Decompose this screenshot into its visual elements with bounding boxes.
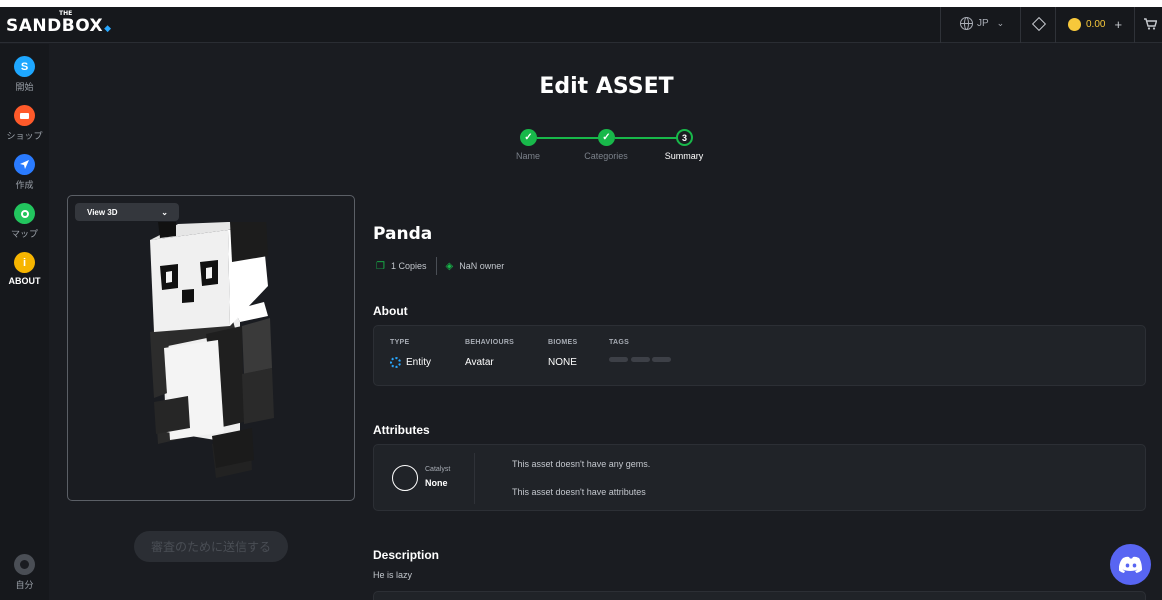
step-check-icon[interactable]: ✓ [520, 129, 537, 146]
attributes-divider [474, 453, 475, 504]
description-text: He is lazy [373, 570, 413, 580]
tag-placeholder [609, 357, 628, 362]
tag-placeholder [652, 357, 671, 362]
page-title: Edit ASSET [539, 74, 674, 99]
sidebar-item-map[interactable]: マップ [0, 203, 49, 240]
details-panel [373, 591, 1146, 600]
panda-model-image [150, 222, 274, 478]
avatar-icon [14, 554, 35, 575]
sandbox-logo[interactable]: THE SANDBOX◆ [6, 10, 112, 36]
behaviours-value: Avatar [465, 357, 494, 368]
diamond-icon[interactable] [1031, 16, 1047, 32]
info-icon: i [14, 252, 35, 273]
topbar-divider [940, 7, 941, 43]
tags-header: TAGS [609, 339, 630, 346]
top-strip [0, 0, 1162, 7]
attributes-panel: Catalyst None This asset doesn't have an… [373, 444, 1146, 511]
tag-icon: ◈ [445, 260, 454, 272]
sidebar-item-label: ショップ [6, 131, 43, 141]
topbar-divider [1134, 7, 1135, 43]
asset-3d-viewer[interactable]: View 3D ⌄ [67, 195, 355, 501]
step-label-categories: Categories [584, 151, 628, 161]
cart-icon[interactable] [1144, 18, 1158, 33]
sidebar-item-create[interactable]: 作成 [0, 154, 49, 191]
biomes-value: NONE [548, 357, 577, 368]
chevron-down-icon: ⌄ [161, 207, 168, 217]
shop-icon [14, 105, 35, 126]
language-code: JP [977, 18, 989, 29]
catalyst-icon [392, 465, 418, 491]
sidebar: S 開始 ショップ 作成 マップ i ABOUT 自分 [0, 44, 49, 600]
tag-placeholder [631, 357, 650, 362]
balance-value: 0.00 [1086, 19, 1106, 30]
owner-count: NaN owner [459, 261, 505, 271]
logo-dot-icon: ◆ [104, 24, 112, 34]
plus-icon[interactable]: + [1114, 17, 1122, 32]
globe-icon [960, 17, 973, 30]
top-bar: THE SANDBOX◆ JP ⌄ 0.00 + [0, 7, 1162, 43]
logo-the: THE [59, 10, 73, 17]
type-header: TYPE [390, 339, 410, 346]
behaviours-header: BEHAVIOURS [465, 339, 515, 346]
language-selector[interactable]: JP ⌄ [960, 17, 1004, 30]
about-panel: TYPE Entity BEHAVIOURS Avatar BIOMES NON… [373, 325, 1146, 386]
discord-icon [1118, 556, 1142, 573]
catalyst-value: None [425, 478, 448, 488]
attributes-heading: Attributes [373, 423, 430, 437]
sidebar-item-about[interactable]: i ABOUT [0, 252, 49, 286]
sand-balance[interactable]: 0.00 + [1068, 17, 1122, 32]
type-value: Entity [390, 357, 431, 368]
entity-icon [390, 357, 401, 368]
submit-for-review-button[interactable]: 審査のために送信する [134, 531, 288, 562]
logo-text: SANDBOX [6, 16, 104, 36]
view-mode-label: View 3D [87, 207, 118, 217]
sidebar-item-shop[interactable]: ショップ [0, 105, 49, 142]
attributes-message: This asset doesn't have attributes [512, 487, 646, 497]
sidebar-item-label: 自分 [15, 580, 34, 590]
gems-message: This asset doesn't have any gems. [512, 459, 651, 469]
step-number[interactable]: 3 [676, 129, 693, 146]
biomes-header: BIOMES [548, 339, 578, 346]
sidebar-item-label: 作成 [15, 180, 34, 190]
sidebar-item-label: マップ [10, 229, 38, 239]
create-icon [14, 154, 35, 175]
sidebar-item-profile[interactable]: 自分 [0, 554, 49, 591]
about-heading: About [373, 304, 408, 318]
discord-chat-button[interactable] [1110, 544, 1151, 585]
view-mode-dropdown[interactable]: View 3D ⌄ [75, 203, 179, 221]
step-label-name: Name [515, 151, 541, 161]
sand-coin-icon [1068, 18, 1081, 31]
asset-meta: ❐ 1 Copies ◈ NaN owner [376, 257, 504, 275]
topbar-divider [1055, 7, 1056, 43]
description-heading: Description [373, 548, 440, 562]
type-value-text: Entity [406, 357, 432, 368]
step-connector [615, 137, 684, 139]
meta-divider [435, 257, 437, 275]
copies-icon: ❐ [376, 260, 385, 272]
copies-count: 1 Copies [390, 261, 427, 271]
sidebar-item-label: ABOUT [8, 276, 41, 286]
map-pin-icon [14, 203, 35, 224]
step-check-icon[interactable]: ✓ [598, 129, 615, 146]
step-label-summary: Summary [664, 151, 704, 161]
topbar-divider [1020, 7, 1021, 43]
catalyst-label: Catalyst [425, 466, 451, 473]
progress-stepper: ✓ ✓ 3 Name Categories Summary [500, 129, 720, 169]
chevron-down-icon: ⌄ [996, 18, 1005, 28]
asset-name: Panda [373, 224, 433, 244]
